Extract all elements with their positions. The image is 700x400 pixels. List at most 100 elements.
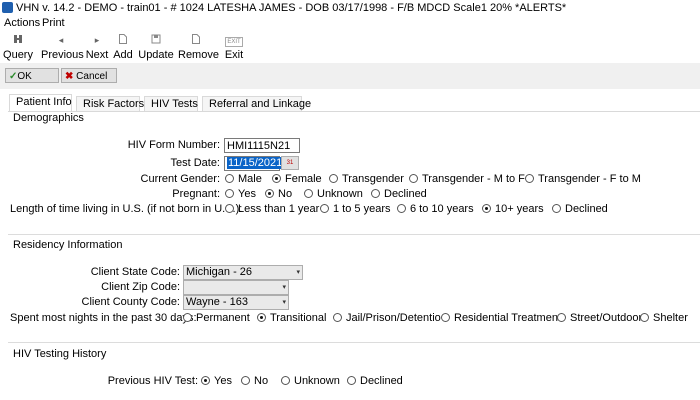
section-title-demographics: Demographics: [13, 112, 84, 124]
radio-icon: [225, 189, 234, 198]
remove-button[interactable]: Remove: [178, 31, 219, 63]
zip-code-label: Client Zip Code:: [101, 281, 180, 293]
state-code-select[interactable]: Michigan - 26 ▾: [183, 265, 303, 280]
county-code-select[interactable]: Wayne - 163 ▾: [183, 295, 289, 310]
test-date-label: Test Date:: [170, 157, 220, 169]
radio-selected-icon: [272, 174, 281, 183]
radio-icon: [225, 204, 234, 213]
previous-test-option-yes[interactable]: Yes: [201, 375, 232, 388]
radio-icon: [304, 189, 313, 198]
time-in-us-option-declined[interactable]: Declined: [552, 203, 608, 216]
action-bar: ✓OK ✖ Cancel: [0, 63, 700, 89]
arrow-right-icon: ▸: [94, 35, 100, 45]
radio-selected-icon: [482, 204, 491, 213]
section-divider: [8, 342, 700, 343]
hiv-form-number-label: HIV Form Number:: [127, 139, 220, 151]
nights-option-jail-prison[interactable]: Jail/Prison/Detentio: [333, 312, 441, 325]
previous-test-option-no[interactable]: No: [241, 375, 268, 388]
ok-button[interactable]: ✓OK: [5, 68, 59, 83]
gender-option-transgender-m-to-f[interactable]: Transgender - M to F: [409, 173, 525, 186]
exit-icon: EXIT: [225, 37, 243, 47]
tab-risk-factors[interactable]: Risk Factors: [76, 96, 144, 111]
chevron-down-icon: ▾: [282, 299, 286, 306]
radio-icon: [525, 174, 534, 183]
previous-hiv-test-label: Previous HIV Test:: [107, 375, 198, 387]
tab-patient-info[interactable]: Patient Info: [9, 94, 72, 112]
radio-icon: [225, 174, 234, 183]
radio-icon: [347, 376, 356, 385]
time-in-us-option-10-plus-years[interactable]: 10+ years: [482, 203, 544, 216]
exit-button[interactable]: EXIT Exit: [223, 31, 245, 63]
gender-option-male[interactable]: Male: [225, 173, 262, 186]
pregnant-option-no[interactable]: No: [265, 188, 292, 201]
query-button[interactable]: Query: [3, 31, 33, 63]
chevron-down-icon: ▾: [296, 269, 300, 276]
title-bar: VHN v. 14.2 - DEMO - train01 - # 1024 LA…: [0, 0, 700, 17]
toolbar: Query ◂ Previous ▸ Next Add Update Remov…: [0, 31, 700, 63]
pregnant-label: Pregnant:: [172, 188, 220, 200]
hiv-form-number-input[interactable]: [224, 138, 300, 153]
menu-bar: Actions Print: [0, 17, 700, 31]
query-icon: [3, 34, 33, 46]
nights-option-permanent[interactable]: Permanent: [183, 312, 250, 325]
previous-test-option-declined[interactable]: Declined: [347, 375, 403, 388]
cancel-button[interactable]: ✖ Cancel: [61, 68, 117, 83]
arrow-left-icon: ◂: [58, 35, 64, 45]
tab-divider: [8, 111, 700, 112]
state-code-label: Client State Code:: [90, 266, 180, 278]
time-in-us-option-6-to-10-years[interactable]: 6 to 10 years: [397, 203, 474, 216]
section-divider: [8, 234, 700, 235]
radio-icon: [183, 313, 192, 322]
nights-option-residential-treatment[interactable]: Residential Treatmen: [441, 312, 558, 325]
radio-icon: [371, 189, 380, 198]
radio-icon: [329, 174, 338, 183]
nights-option-shelter[interactable]: Shelter: [640, 312, 688, 325]
radio-icon: [557, 313, 566, 322]
test-date-input[interactable]: 11/15/2021: [224, 156, 284, 171]
main-content: Patient Info Risk Factors HIV Tests Refe…: [0, 89, 700, 400]
radio-selected-icon: [257, 313, 266, 322]
menu-print[interactable]: Print: [42, 17, 65, 29]
update-button[interactable]: Update: [138, 31, 174, 63]
calendar-icon[interactable]: 31: [281, 156, 299, 170]
county-code-label: Client County Code:: [81, 296, 180, 308]
nights-option-transitional[interactable]: Transitional: [257, 312, 326, 325]
tab-hiv-tests[interactable]: HIV Tests: [144, 96, 198, 111]
menu-actions[interactable]: Actions: [4, 17, 40, 29]
radio-icon: [241, 376, 250, 385]
section-title-residency: Residency Information: [13, 239, 123, 251]
next-button[interactable]: ▸ Next: [85, 31, 109, 63]
add-document-icon: [113, 34, 133, 46]
time-in-us-label: Length of time living in U.S. (if not bo…: [10, 203, 243, 215]
section-title-hiv-history: HIV Testing History: [13, 348, 107, 360]
radio-icon: [552, 204, 561, 213]
previous-test-option-unknown[interactable]: Unknown: [281, 375, 340, 388]
time-in-us-option-less-than-1-year[interactable]: Less than 1 year: [225, 203, 319, 216]
close-icon: ✖: [65, 71, 74, 82]
radio-icon: [409, 174, 418, 183]
current-gender-label: Current Gender:: [140, 173, 220, 185]
radio-icon: [320, 204, 329, 213]
pregnant-option-unknown[interactable]: Unknown: [304, 188, 363, 201]
radio-selected-icon: [201, 376, 210, 385]
radio-icon: [333, 313, 342, 322]
radio-selected-icon: [265, 189, 274, 198]
radio-icon: [281, 376, 290, 385]
radio-icon: [397, 204, 406, 213]
zip-code-select[interactable]: ▾: [183, 280, 289, 295]
radio-icon: [441, 313, 450, 322]
gender-option-transgender[interactable]: Transgender: [329, 173, 404, 186]
nights-option-street-outdoors[interactable]: Street/Outdoors: [557, 312, 648, 325]
previous-button[interactable]: ◂ Previous: [41, 31, 84, 63]
spent-nights-label: Spent most nights in the past 30 days:: [10, 312, 197, 324]
gender-option-female[interactable]: Female: [272, 173, 322, 186]
app-icon: [2, 2, 13, 13]
time-in-us-option-1-to-5-years[interactable]: 1 to 5 years: [320, 203, 390, 216]
tab-referral-linkage[interactable]: Referral and Linkage: [202, 96, 311, 111]
window-title: VHN v. 14.2 - DEMO - train01 - # 1024 LA…: [16, 2, 567, 14]
gender-option-transgender-f-to-m[interactable]: Transgender - F to M: [525, 173, 641, 186]
pregnant-option-yes[interactable]: Yes: [225, 188, 256, 201]
add-button[interactable]: Add: [113, 31, 133, 63]
pregnant-option-declined[interactable]: Declined: [371, 188, 427, 201]
radio-icon: [640, 313, 649, 322]
